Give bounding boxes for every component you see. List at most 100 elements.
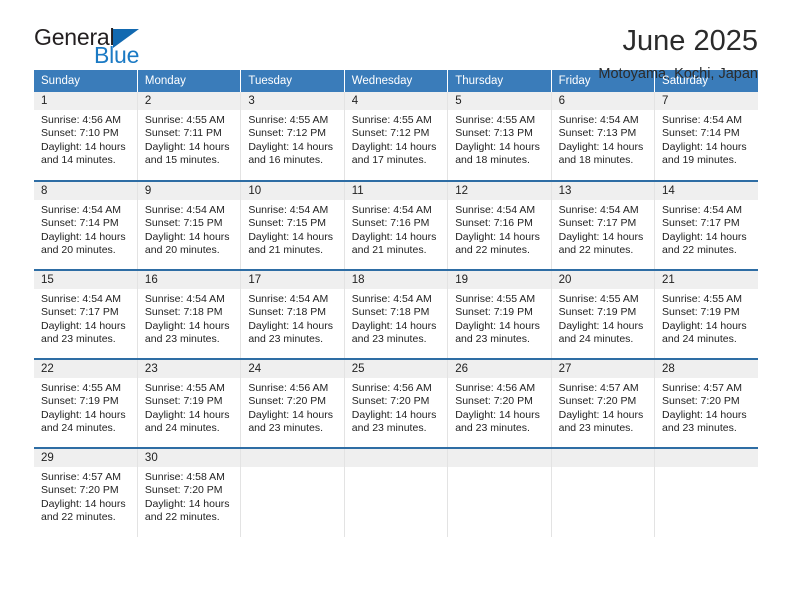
day-number: 1 [34,92,137,110]
day-number [241,449,344,467]
day-sun-info: Sunrise: 4:55 AM Sunset: 7:19 PM Daylight:… [34,378,137,436]
day-sun-info: Sunrise: 4:55 AM Sunset: 7:19 PM Daylight:… [448,289,550,347]
daylight-duration-line1: Daylight: 14 hours [455,319,540,332]
calendar-day-cell[interactable]: 21 Sunrise: 4:55 AM Sunset: 7:19 PM Dayligh… [654,269,758,359]
calendar-day-cell[interactable]: 22 Sunrise: 4:55 AM Sunset: 7:19 PM Dayligh… [34,358,138,448]
sunset-time: Sunset: 7:13 PM [558,127,637,140]
day-number: 14 [655,182,758,200]
day-sun-info: Sunrise: 4:58 AM Sunset: 7:20 PM Daylight:… [138,467,240,525]
sunrise-time: Sunrise: 4:55 AM [558,293,639,305]
day-sun-info: Sunrise: 4:56 AM Sunset: 7:20 PM Daylight:… [448,378,550,436]
day-number: 17 [241,271,344,289]
sunrise-time: Sunrise: 4:54 AM [41,293,121,305]
day-number [448,449,551,467]
calendar-day-cell[interactable]: 3 Sunrise: 4:55 AM Sunset: 7:12 PM Daylight… [240,92,345,181]
sunrise-time: Sunrise: 4:57 AM [41,471,121,483]
calendar-day-cell[interactable]: 30 Sunrise: 4:58 AM Sunset: 7:20 PM Dayligh… [137,447,242,537]
daylight-duration-line2: and 23 minutes. [248,422,324,435]
day-number [655,449,758,467]
daylight-duration-line2: and 23 minutes. [144,333,220,346]
sunset-time: Sunset: 7:19 PM [558,306,637,319]
sunrise-time: Sunrise: 4:54 AM [351,204,432,216]
calendar-day-cell[interactable]: 11 Sunrise: 4:54 AM Sunset: 7:16 PM Dayligh… [344,180,449,270]
day-sun-info: Sunrise: 4:54 AM Sunset: 7:14 PM Daylight:… [34,200,137,258]
daylight-duration-line2: and 23 minutes. [351,422,427,435]
day-number: 20 [551,271,655,289]
day-number: 5 [448,92,551,110]
day-number [551,449,655,467]
calendar-day-cell[interactable]: 24 Sunrise: 4:56 AM Sunset: 7:20 PM Dayligh… [240,358,345,448]
calendar-day-cell[interactable]: 18 Sunrise: 4:54 AM Sunset: 7:18 PM Dayligh… [344,269,449,359]
day-number: 22 [34,360,137,378]
sunset-time: Sunset: 7:19 PM [455,306,533,319]
sunset-time: Sunset: 7:10 PM [41,127,119,140]
sunrise-time: Sunrise: 4:55 AM [662,293,742,305]
calendar-day-cell[interactable]: 27 Sunrise: 4:57 AM Sunset: 7:20 PM Dayligh… [551,358,656,448]
daylight-duration-line2: and 23 minutes. [351,333,427,346]
sunrise-time: Sunrise: 4:56 AM [41,114,121,126]
sunrise-time: Sunrise: 4:54 AM [248,293,329,305]
day-sun-info: Sunrise: 4:57 AM Sunset: 7:20 PM Daylight:… [655,378,758,436]
calendar-day-cell[interactable]: 28 Sunrise: 4:57 AM Sunset: 7:20 PM Dayligh… [654,358,758,448]
calendar-day-cell[interactable]: 20 Sunrise: 4:55 AM Sunset: 7:19 PM Dayligh… [551,269,656,359]
calendar-day-cell[interactable]: 13 Sunrise: 4:54 AM Sunset: 7:17 PM Dayligh… [551,180,656,270]
sunrise-time: Sunrise: 4:55 AM [144,114,225,126]
calendar-day-cell[interactable]: 26 Sunrise: 4:56 AM Sunset: 7:20 PM Dayligh… [447,358,552,448]
daylight-duration-line1: Daylight: 14 hours [662,408,747,421]
calendar-day-cell[interactable]: 4 Sunrise: 4:55 AM Sunset: 7:12 PM Daylight… [344,92,449,181]
daylight-duration-line2: and 23 minutes. [662,422,737,435]
day-number: 19 [448,271,551,289]
daylight-duration-line1: Daylight: 14 hours [351,319,437,332]
sunset-time: Sunset: 7:19 PM [662,306,740,319]
day-number [344,449,448,467]
daylight-duration-line2: and 23 minutes. [41,333,116,346]
daylight-duration-line2: and 21 minutes. [248,244,324,257]
general-blue-logo[interactable]: General Blue [34,26,234,67]
sunrise-time: Sunrise: 4:56 AM [455,382,536,394]
calendar-day-cell[interactable]: 29 Sunrise: 4:57 AM Sunset: 7:20 PM Dayligh… [34,447,138,537]
calendar-day-cell[interactable]: 23 Sunrise: 4:55 AM Sunset: 7:19 PM Dayligh… [137,358,242,448]
sunrise-time: Sunrise: 4:55 AM [41,382,121,394]
calendar-day-cell[interactable]: 2 Sunrise: 4:55 AM Sunset: 7:11 PM Daylight… [137,92,242,181]
day-sun-info: Sunrise: 4:54 AM Sunset: 7:16 PM Daylight:… [448,200,550,258]
calendar-day-cell[interactable]: 6 Sunrise: 4:54 AM Sunset: 7:13 PM Daylight… [551,92,656,181]
daylight-duration-line2: and 15 minutes. [144,154,220,167]
calendar-day-cell[interactable]: 8 Sunrise: 4:54 AM Sunset: 7:14 PM Daylight… [34,180,138,270]
daylight-duration-line1: Daylight: 14 hours [144,140,230,153]
daylight-duration-line2: and 22 minutes. [662,244,737,257]
sunset-time: Sunset: 7:18 PM [248,306,326,319]
sunrise-time: Sunrise: 4:55 AM [351,114,432,126]
daylight-duration-line2: and 21 minutes. [351,244,427,257]
daylight-duration-line2: and 19 minutes. [662,154,737,167]
day-number: 2 [137,92,241,110]
calendar-day-cell[interactable]: 15 Sunrise: 4:54 AM Sunset: 7:17 PM Dayligh… [34,269,138,359]
calendar-day-cell[interactable]: 1 Sunrise: 4:56 AM Sunset: 7:10 PM Daylight… [34,92,138,181]
sunrise-time: Sunrise: 4:57 AM [558,382,639,394]
calendar-day-cell[interactable]: 5 Sunrise: 4:55 AM Sunset: 7:13 PM Daylight… [447,92,552,181]
day-sun-info: Sunrise: 4:54 AM Sunset: 7:17 PM Daylight:… [655,200,758,258]
calendar-day-cell[interactable]: 19 Sunrise: 4:55 AM Sunset: 7:19 PM Dayligh… [447,269,552,359]
weekday-header-monday: Monday [137,70,242,92]
calendar-day-cell[interactable]: 17 Sunrise: 4:54 AM Sunset: 7:18 PM Dayligh… [240,269,345,359]
daylight-duration-line1: Daylight: 14 hours [351,140,437,153]
day-number: 24 [241,360,344,378]
calendar-day-cell[interactable]: 16 Sunrise: 4:54 AM Sunset: 7:18 PM Dayligh… [137,269,242,359]
calendar-day-cell[interactable]: 14 Sunrise: 4:54 AM Sunset: 7:17 PM Dayligh… [654,180,758,270]
weekday-header-thursday: Thursday [447,70,552,92]
day-number: 18 [344,271,448,289]
calendar-day-cell[interactable]: 9 Sunrise: 4:54 AM Sunset: 7:15 PM Daylight… [137,180,242,270]
day-sun-info: Sunrise: 4:57 AM Sunset: 7:20 PM Daylight:… [552,378,654,436]
calendar-day-cell[interactable]: 10 Sunrise: 4:54 AM Sunset: 7:15 PM Dayligh… [240,180,345,270]
daylight-duration-line1: Daylight: 14 hours [41,140,126,153]
sunset-time: Sunset: 7:20 PM [351,395,430,408]
sunrise-time: Sunrise: 4:54 AM [41,204,121,216]
calendar-week-row: 15 Sunrise: 4:54 AM Sunset: 7:17 PM Dayligh… [34,269,758,359]
calendar-day-cell[interactable]: 25 Sunrise: 4:56 AM Sunset: 7:20 PM Dayligh… [344,358,449,448]
calendar-week-row: 8 Sunrise: 4:54 AM Sunset: 7:14 PM Daylight… [34,180,758,270]
day-number: 26 [448,360,551,378]
sunrise-time: Sunrise: 4:55 AM [455,114,536,126]
calendar-day-cell[interactable]: 12 Sunrise: 4:54 AM Sunset: 7:16 PM Dayligh… [447,180,552,270]
calendar-day-cell[interactable]: 7 Sunrise: 4:54 AM Sunset: 7:14 PM Daylight… [654,92,758,181]
day-number: 3 [241,92,344,110]
day-sun-info: Sunrise: 4:54 AM Sunset: 7:18 PM Daylight:… [241,289,343,347]
